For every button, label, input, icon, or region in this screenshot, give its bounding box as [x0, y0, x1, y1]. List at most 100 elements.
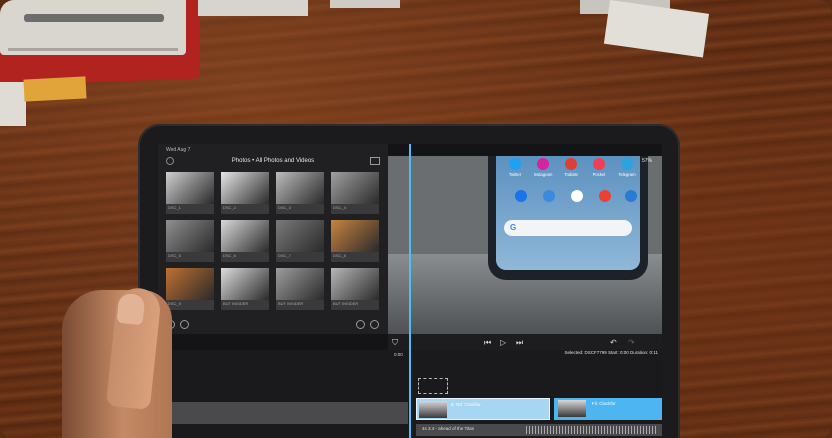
- phone-screen: Twitter Instagram Todoist Pocket Telegram G: [496, 156, 640, 270]
- audio-track[interactable]: 4s 3.4 - ahead of the Titan: [416, 424, 662, 436]
- media-browser-pane: Wed Aug 7 Photos • All Photos and Videos…: [158, 144, 388, 334]
- box-slot: [24, 14, 164, 22]
- tile-caption: DSC_4: [333, 205, 346, 210]
- app-label: Todoist: [564, 172, 578, 177]
- app-shortcut: Instagram: [530, 158, 556, 177]
- skip-forward-icon[interactable]: ⏭: [516, 338, 523, 348]
- tile-caption: DSC_3: [278, 205, 291, 210]
- audio-waveform: [526, 426, 658, 434]
- media-tile[interactable]: DSC_8: [331, 220, 379, 262]
- play-store-icon: [571, 190, 583, 202]
- app-icon: [621, 158, 633, 170]
- media-tile[interactable]: DSC_3: [276, 172, 324, 214]
- desk-paper: [198, 0, 308, 16]
- settings-icon[interactable]: [370, 320, 379, 329]
- tile-caption: DSC_7: [278, 253, 291, 258]
- audio-label: 4s 3.4 - ahead of the Titan: [422, 426, 475, 431]
- app-shortcut: Pocket: [586, 158, 612, 177]
- media-tile[interactable]: BUT INSIDER: [276, 268, 324, 310]
- thumbnail-nail: [116, 292, 146, 326]
- app-icon: [593, 158, 605, 170]
- tile-caption: DSC_2: [223, 205, 236, 210]
- app-shortcut: Telegram: [614, 158, 640, 177]
- camera-icon: [625, 190, 637, 202]
- chrome-icon: [599, 190, 611, 202]
- clip-label: Fil. Clockfor: [592, 401, 616, 406]
- app-label: Pocket: [592, 172, 606, 177]
- undo-icon[interactable]: ↶: [610, 338, 617, 347]
- tile-caption: DSC_5: [168, 253, 181, 258]
- white-device-box: [0, 0, 186, 55]
- video-clip[interactable]: Fil. Clockfor: [554, 398, 662, 420]
- media-tile[interactable]: BUT INSIDER: [331, 268, 379, 310]
- tile-caption: DSC_8: [333, 253, 346, 258]
- add-icon[interactable]: [180, 320, 189, 329]
- tile-caption: DSC_9: [168, 301, 181, 306]
- status-bar: Wed Aug 7: [158, 144, 388, 156]
- app-icon: [537, 158, 549, 170]
- media-browser-title: Photos • All Photos and Videos: [231, 158, 315, 164]
- box-edge: [8, 48, 178, 51]
- media-tile[interactable]: DSC_2: [221, 172, 269, 214]
- media-tile[interactable]: DSC_1: [166, 172, 214, 214]
- desk-paper: [330, 0, 400, 8]
- tile-thumbnail: [331, 268, 379, 300]
- tile-caption: BUT INSIDER: [333, 301, 359, 306]
- playhead[interactable]: [409, 144, 411, 438]
- app-icon: [565, 158, 577, 170]
- media-tile[interactable]: DSC_9: [166, 268, 214, 310]
- google-search-bar: G: [504, 220, 632, 236]
- phone-in-video: Twitter Instagram Todoist Pocket Telegram G: [488, 156, 648, 280]
- media-browser-header: Photos • All Photos and Videos: [158, 156, 388, 170]
- media-tile[interactable]: DSC_4: [331, 172, 379, 214]
- tile-caption: DSC_1: [168, 205, 181, 210]
- play-icon[interactable]: ▷: [500, 338, 506, 347]
- tile-thumbnail: [221, 220, 269, 252]
- video-preview: Twitter Instagram Todoist Pocket Telegram G: [388, 156, 662, 334]
- tile-caption: BUT INSIDER: [223, 301, 249, 306]
- background-photo: Wed Aug 7 Photos • All Photos and Videos…: [0, 0, 832, 438]
- skip-back-icon[interactable]: ⏮: [484, 338, 491, 348]
- timeline-track-empty: [158, 402, 408, 424]
- app-label: Instagram: [533, 172, 553, 177]
- title-slot[interactable]: [418, 378, 448, 394]
- tile-thumbnail: [276, 268, 324, 300]
- selected-clip-info: Selected: DSCF7799 Start: 0:00 Duration:…: [564, 350, 658, 355]
- media-tile[interactable]: DSC_5: [166, 220, 214, 262]
- video-clip[interactable]: 8. Nd. Clockfor: [416, 398, 550, 420]
- phone-app-icon: [515, 190, 527, 202]
- media-toolbar: [158, 319, 388, 333]
- desk-paper: [603, 0, 710, 58]
- tile-thumbnail: [166, 172, 214, 204]
- tile-caption: DSC_6: [223, 253, 236, 258]
- tile-thumbnail: [166, 268, 214, 300]
- tile-thumbnail: [331, 220, 379, 252]
- white-pages: [0, 82, 26, 126]
- media-tile[interactable]: DSC_7: [276, 220, 324, 262]
- expand-icon[interactable]: [370, 157, 380, 165]
- app-shortcut: Twitter: [502, 158, 528, 177]
- tile-thumbnail: [221, 268, 269, 300]
- tablet-device: Wed Aug 7 Photos • All Photos and Videos…: [138, 124, 680, 438]
- yellow-note: [23, 76, 87, 102]
- tablet-screen: Wed Aug 7 Photos • All Photos and Videos…: [158, 144, 662, 438]
- app-label: Twitter: [508, 172, 522, 177]
- media-tile[interactable]: BUT INSIDER: [221, 268, 269, 310]
- clip-thumbnail: [558, 400, 586, 417]
- app-shortcut: Todoist: [558, 158, 584, 177]
- tile-thumbnail: [166, 220, 214, 252]
- tile-caption: BUT INSIDER: [278, 301, 304, 306]
- redo-icon[interactable]: ↷: [628, 338, 635, 347]
- clip-thumbnail: [419, 401, 447, 418]
- tile-thumbnail: [331, 172, 379, 204]
- arrow-app-icon: [543, 190, 555, 202]
- tile-thumbnail: [276, 172, 324, 204]
- app-label: Telegram: [618, 172, 636, 177]
- battery-status: 57%: [641, 158, 652, 164]
- marker-icon[interactable]: ⛉: [392, 338, 398, 348]
- tile-thumbnail: [276, 220, 324, 252]
- search-icon[interactable]: [356, 320, 365, 329]
- playback-controls: ⛉ ⏮ ▷ ⏭ ↶ ↷: [388, 334, 662, 350]
- google-g-icon: G: [510, 223, 517, 232]
- media-tile[interactable]: DSC_6: [221, 220, 269, 262]
